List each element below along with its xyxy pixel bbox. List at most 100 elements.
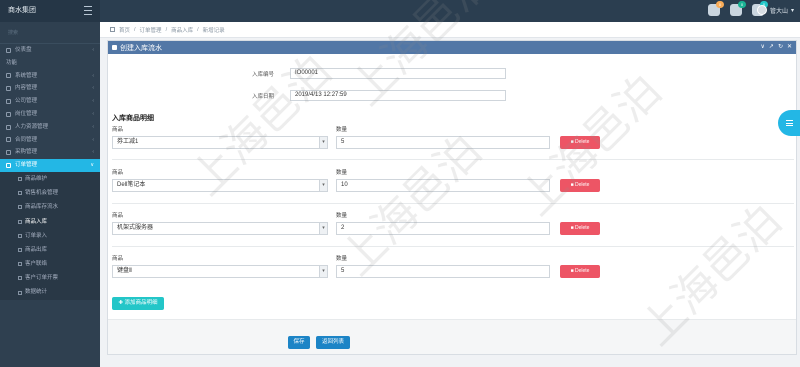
qty-label: 数量 — [336, 170, 348, 176]
submenu-label: 客户订单开票 — [25, 275, 59, 282]
qty-label: 数量 — [336, 256, 348, 262]
bell-badge: 0 — [716, 1, 724, 8]
submenu-item[interactable]: 商品库存流水 — [0, 200, 100, 214]
collapse-icon[interactable]: ∨ — [761, 43, 765, 50]
submenu-label: 商品出库 — [25, 246, 48, 253]
submenu-item[interactable]: 客户联络 — [0, 257, 100, 271]
sidebar-search-label[interactable]: 搜索 — [0, 22, 100, 44]
sidebar-item-hr[interactable]: 人力资源管理 ‹ — [0, 121, 100, 134]
product-label: 商品 — [112, 170, 124, 176]
refresh-icon[interactable]: ↻ — [778, 43, 783, 50]
sitemap-icon — [6, 111, 11, 117]
user-icon — [6, 124, 11, 130]
submenu-label: 商品维护 — [25, 175, 48, 182]
breadcrumb-separator: / — [165, 26, 168, 33]
chevron-left-icon: ‹ — [92, 136, 94, 143]
menu-toggle-icon[interactable] — [84, 6, 92, 15]
delete-button[interactable]: ■ Delete — [560, 265, 600, 278]
submenu-item[interactable]: 订单录入 — [0, 229, 100, 243]
product-value: 券工减1 — [117, 139, 139, 145]
sidebar-item-dashboard[interactable]: 仪表盘 ‹ — [0, 44, 100, 57]
save-button[interactable]: 保存 — [288, 336, 310, 349]
breadcrumb-home[interactable]: 首页 — [119, 26, 130, 34]
close-icon[interactable]: ✕ — [787, 43, 792, 50]
sidebar-item-purchasing[interactable]: 采购管理 ‹ — [0, 146, 100, 159]
delete-button[interactable]: ■ Delete — [560, 222, 600, 235]
submenu-item-current[interactable]: 商品入库 — [0, 215, 100, 229]
breadcrumb-orders[interactable]: 订单管理 — [140, 26, 162, 34]
sidebar-item-functions: 功能 — [0, 57, 100, 70]
sidebar-item-contracts[interactable]: 合同管理 ‹ — [0, 134, 100, 147]
qty-label: 数量 — [336, 127, 348, 133]
sidebar-item-company[interactable]: 公司管理 ‹ — [0, 95, 100, 108]
date-row: 入库日期 2019/4/13 12:27:59 — [252, 90, 506, 101]
item-icon — [18, 276, 22, 281]
breadcrumb-separator: / — [134, 26, 136, 33]
back-to-list-button[interactable]: 返回列表 — [316, 336, 350, 349]
submenu-label: 商品入库 — [25, 218, 48, 225]
float-menu-button[interactable] — [778, 110, 800, 136]
chevron-left-icon: ‹ — [92, 149, 94, 156]
submenu-label: 客户联络 — [25, 261, 48, 268]
home-icon — [6, 47, 11, 53]
product-select[interactable]: 机架式服务器 ▾ — [112, 222, 328, 235]
file-icon — [6, 86, 11, 92]
sidebar-item-system[interactable]: 系统管理 ‹ — [0, 70, 100, 83]
submenu-item[interactable]: 商品维护 — [0, 172, 100, 186]
submenu-label: 订单录入 — [25, 232, 48, 239]
orders-submenu: 商品维护 销售机会管理 商品库存流水 商品入库 订单录入 商品出库 客户联络 客… — [0, 171, 100, 300]
divider — [112, 203, 794, 204]
delete-button[interactable]: ■ Delete — [560, 179, 600, 192]
sidebar-item-positions[interactable]: 岗位管理 ‹ — [0, 108, 100, 121]
code-input[interactable]: IO00001 — [290, 68, 506, 79]
bell-icon[interactable]: 0 — [708, 1, 724, 16]
submenu-item[interactable]: 商品出库 — [0, 243, 100, 257]
delete-button[interactable]: ■ Delete — [560, 136, 600, 149]
submenu-item[interactable]: 销售机会管理 — [0, 186, 100, 200]
order-icon — [6, 163, 11, 169]
quantity-input[interactable]: 5 — [336, 136, 550, 149]
breadcrumb-current: 新增记录 — [202, 27, 225, 34]
mail-icon[interactable]: 0 — [730, 1, 746, 16]
item-icon — [18, 177, 22, 182]
create-stock-in-panel: 创建入库流水 ∨ ↗ ↻ ✕ 入库编号 IO00001 入库日期 2019/4/… — [107, 40, 797, 355]
sidebar-item-label: 功能 — [6, 59, 18, 66]
avatar — [756, 5, 767, 15]
date-input[interactable]: 2019/4/13 12:27:59 — [290, 90, 506, 101]
chevron-down-icon: ▾ — [790, 7, 794, 14]
submenu-label: 数据统计 — [25, 289, 48, 296]
sidebar-item-label: 仪表盘 — [15, 47, 32, 53]
item-icon — [18, 219, 22, 224]
quantity-input[interactable]: 10 — [336, 179, 550, 192]
panel-header: 创建入库流水 ∨ ↗ ↻ ✕ — [108, 41, 796, 54]
product-label: 商品 — [112, 213, 124, 219]
breadcrumb-stock-in[interactable]: 商品入库 — [171, 26, 193, 34]
product-select[interactable]: 键盘Ⅱ ▾ — [112, 265, 328, 278]
product-value: 机架式服务器 — [117, 225, 154, 231]
expand-icon[interactable]: ↗ — [769, 43, 774, 50]
quantity-input[interactable]: 5 — [336, 265, 550, 278]
user-menu[interactable]: 管大山 ▾ — [756, 5, 794, 15]
header-icons: 0 0 0 — [708, 1, 768, 16]
sidebar-item-orders[interactable]: 订单管理 ∨ — [0, 159, 100, 172]
form-footer: 保存 返回列表 — [108, 319, 796, 354]
sidebar-item-content[interactable]: 内容管理 ‹ — [0, 82, 100, 95]
sidebar-item-label: 系统管理 — [15, 72, 38, 79]
add-item-button[interactable]: ✚ 添加商品明细 — [112, 297, 164, 310]
chevron-left-icon: ‹ — [92, 123, 94, 130]
item-icon — [18, 248, 22, 252]
menu-icon — [785, 119, 793, 128]
product-label: 商品 — [112, 127, 124, 133]
item-icon — [18, 205, 22, 210]
submenu-item[interactable]: 客户订单开票 — [0, 271, 100, 285]
top-bar: 商水集团 0 0 0 管大山 ▾ — [0, 0, 800, 22]
product-value: 键盘Ⅱ — [117, 268, 132, 274]
section-title: 入库商品明细 — [112, 115, 154, 122]
contract-icon — [6, 137, 11, 143]
product-select[interactable]: Dell笔记本 ▾ — [112, 179, 328, 192]
product-select[interactable]: 券工减1 ▾ — [112, 136, 328, 149]
chevron-left-icon: ‹ — [92, 72, 94, 79]
chevron-down-icon: ▾ — [319, 137, 327, 148]
quantity-input[interactable]: 2 — [336, 222, 550, 235]
submenu-item[interactable]: 数据统计 — [0, 285, 100, 299]
